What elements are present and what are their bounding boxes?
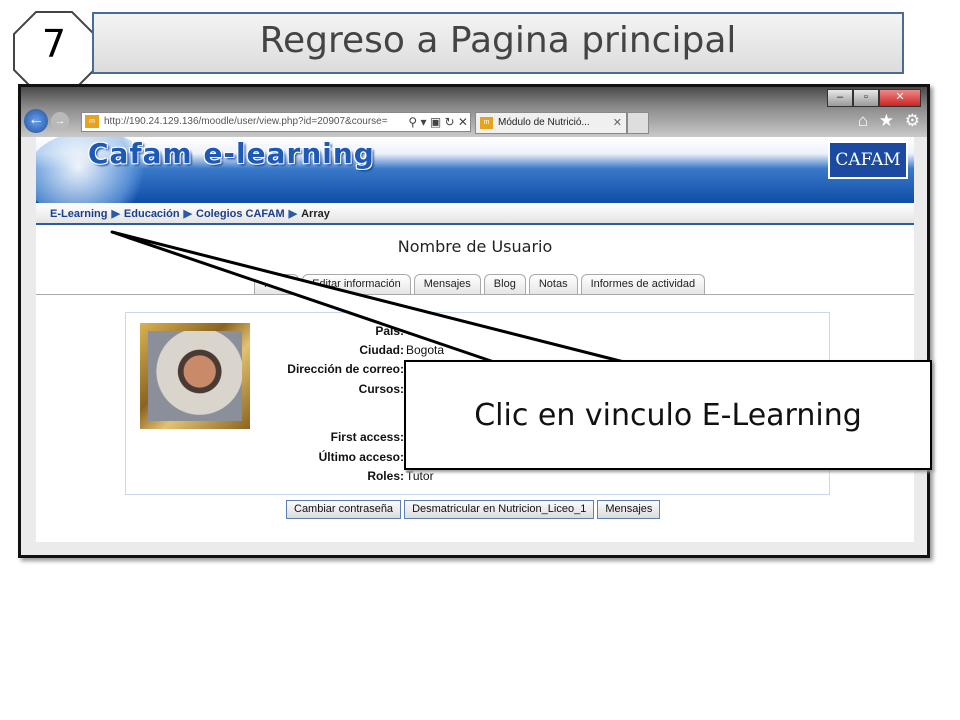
callout-text: Clic en vinculo E-Learning [474,398,862,433]
callout-pointer-shape [110,230,626,364]
callout-box: Clic en vinculo E-Learning [404,360,932,470]
